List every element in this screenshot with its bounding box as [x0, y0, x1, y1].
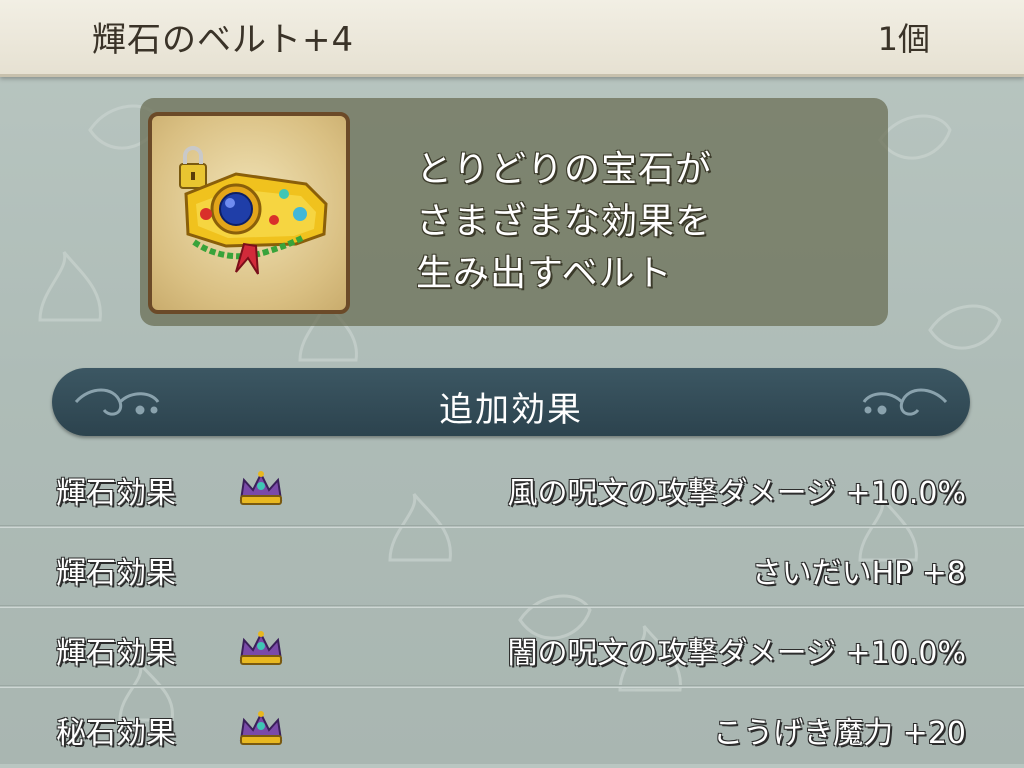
effect-value: 風の呪文の攻撃ダメージ +10.0% [507, 476, 966, 511]
description-line-1: とりどりの宝石が [416, 149, 713, 190]
description-line-2: さまざまな効果を [416, 201, 713, 242]
section-title: 追加効果 [439, 390, 583, 430]
gem-belt-icon [179, 146, 328, 275]
item-image-frame [148, 112, 350, 314]
item-name: 輝石のベルト+4 [92, 20, 355, 60]
effect-value: さいだいHP +8 [751, 556, 966, 591]
crown-icon [239, 471, 283, 505]
crown-icon [239, 711, 283, 745]
crown-icon [239, 631, 283, 665]
scroll-ornament-right-icon [862, 388, 948, 416]
effect-row: 輝石効果 闇の呪文の攻撃ダメージ +10.0% [0, 608, 1024, 688]
effect-value: こうげき魔力 +20 [713, 716, 966, 751]
description-line-3: 生み出すベルト [416, 253, 673, 294]
title-bar: 輝石のベルト+4 1個 [0, 0, 1024, 77]
effect-label: 輝石効果 [56, 636, 176, 671]
effect-label: 輝石効果 [56, 476, 176, 511]
item-count: 1個 [877, 20, 930, 58]
effect-value: 闇の呪文の攻撃ダメージ +10.0% [507, 636, 966, 671]
section-header: 追加効果 [52, 368, 970, 436]
effect-label: 輝石効果 [56, 556, 176, 591]
effect-label: 秘石効果 [56, 716, 176, 751]
effect-row: 輝石効果 風の呪文の攻撃ダメージ +10.0% [0, 448, 1024, 528]
effect-row: 秘石効果 こうげき魔力 +20 [0, 688, 1024, 768]
effect-row: 輝石効果 さいだいHP +8 [0, 528, 1024, 608]
